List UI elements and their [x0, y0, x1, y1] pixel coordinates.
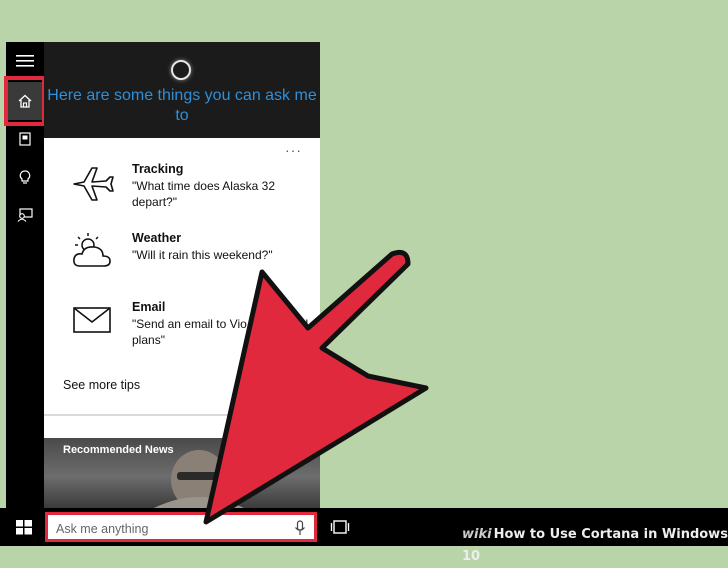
cortana-search-box[interactable]	[45, 512, 317, 542]
tip-title: Tracking	[132, 162, 184, 176]
tips-button[interactable]	[6, 158, 44, 196]
home-button-highlight	[4, 76, 46, 126]
tips-panel: ··· Tracking "What time does Alaska 32 d…	[44, 138, 320, 414]
notebook-button[interactable]	[6, 120, 44, 158]
microphone-icon[interactable]	[294, 520, 306, 536]
airplane-icon	[73, 167, 114, 201]
cortana-header-text: Here are some things you can ask me to	[47, 87, 317, 124]
task-view-icon[interactable]	[330, 517, 350, 537]
tip-title: Weather	[132, 231, 182, 245]
section-divider	[44, 414, 320, 416]
windows-logo-icon[interactable]	[14, 517, 34, 537]
cortana-sidebar	[4, 42, 46, 508]
news-title: Recommended News	[63, 444, 174, 456]
lightbulb-icon	[19, 169, 31, 184]
see-more-tips-link[interactable]: See more tips	[63, 378, 140, 392]
hamburger-menu-button[interactable]	[6, 42, 44, 80]
tip-text: "Will it rain this weekend?"	[132, 248, 273, 262]
search-input[interactable]	[54, 519, 278, 539]
feedback-button[interactable]	[6, 196, 44, 234]
weather-cloud-icon	[73, 233, 111, 267]
tip-title: Email	[132, 300, 166, 314]
cortana-header: Here are some things you can ask me to	[44, 42, 320, 138]
watermark-brand: wiki	[462, 527, 492, 542]
feedback-icon	[17, 208, 33, 222]
notebook-icon	[19, 132, 31, 146]
cortana-panel: Here are some things you can ask me to ·…	[4, 42, 320, 508]
wikihow-watermark: wiki How to Use Cortana in Windows 10	[462, 524, 728, 564]
mail-icon	[73, 307, 111, 333]
hamburger-icon	[16, 55, 34, 67]
tip-text: "Send an email to Vio... weekend plans"	[132, 317, 309, 347]
cortana-ring-icon	[171, 60, 191, 80]
more-options-button[interactable]: ···	[285, 142, 302, 158]
news-separator	[44, 414, 320, 438]
recommended-news[interactable]: Recommended News	[44, 414, 320, 508]
tip-text: "What time does Alaska 32 depart?"	[132, 179, 275, 209]
